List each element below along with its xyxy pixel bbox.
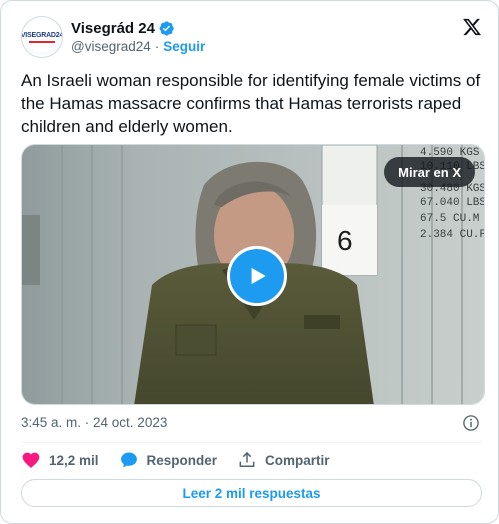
speech-bubble-icon xyxy=(120,452,137,468)
sign-number: 6 xyxy=(337,225,353,256)
like-count: 12,2 mil xyxy=(49,452,99,468)
share-label: Compartir xyxy=(265,452,330,468)
verified-badge-icon xyxy=(159,21,174,36)
play-button[interactable] xyxy=(227,246,287,306)
avatar-logo-text: VISEGRAD24 xyxy=(21,31,63,39)
avatar[interactable]: VISEGRAD24 xyxy=(21,16,63,58)
account-handle[interactable]: @visegrad24 xyxy=(71,39,151,54)
share-icon xyxy=(239,451,255,467)
tweet-timestamp[interactable]: 3:45 a. m. · 24 oct. 2023 xyxy=(21,415,167,430)
handle-separator: · xyxy=(154,39,160,54)
x-logo-icon[interactable] xyxy=(462,17,482,37)
tweet-text: An Israeli woman responsible for identif… xyxy=(21,71,481,136)
avatar-logo-bar xyxy=(29,40,55,43)
like-button[interactable]: 12,2 mil xyxy=(21,450,99,470)
tweet-card: VISEGRAD24 Visegrád 24 @visegrad24 · Seg… xyxy=(0,0,499,524)
reply-label: Responder xyxy=(146,452,218,468)
container-text-4: 67.040 LBS xyxy=(420,197,485,209)
heart-icon xyxy=(22,452,40,468)
follow-button[interactable]: Seguir xyxy=(163,39,205,54)
reply-button[interactable]: Responder xyxy=(119,450,218,470)
handle-row: @visegrad24 · Seguir xyxy=(71,39,205,54)
read-replies-button[interactable]: Leer 2 mil respuestas xyxy=(21,479,482,507)
divider xyxy=(21,442,482,443)
tweet-header: VISEGRAD24 Visegrád 24 @visegrad24 · Seg… xyxy=(21,15,484,59)
video-player[interactable]: 6 4.590 KGS 10.110 LBS 30.480 KGS 67.040… xyxy=(21,144,485,405)
play-icon xyxy=(251,267,266,285)
watch-on-x-button[interactable]: Mirar en X xyxy=(384,157,475,187)
share-button[interactable]: Compartir xyxy=(237,450,330,470)
avatar-logo: VISEGRAD24 xyxy=(21,19,63,55)
info-icon[interactable] xyxy=(462,414,480,432)
tweet-actions: 12,2 mil Responder Compartir xyxy=(21,449,350,471)
container-text-5: 67.5 CU.M xyxy=(420,213,479,225)
container-text-6: 2.384 CU.FT xyxy=(420,229,485,241)
display-name-row: Visegrád 24 xyxy=(71,20,205,37)
account-names: Visegrád 24 @visegrad24 · Seguir xyxy=(71,20,205,54)
display-name[interactable]: Visegrád 24 xyxy=(71,20,155,37)
